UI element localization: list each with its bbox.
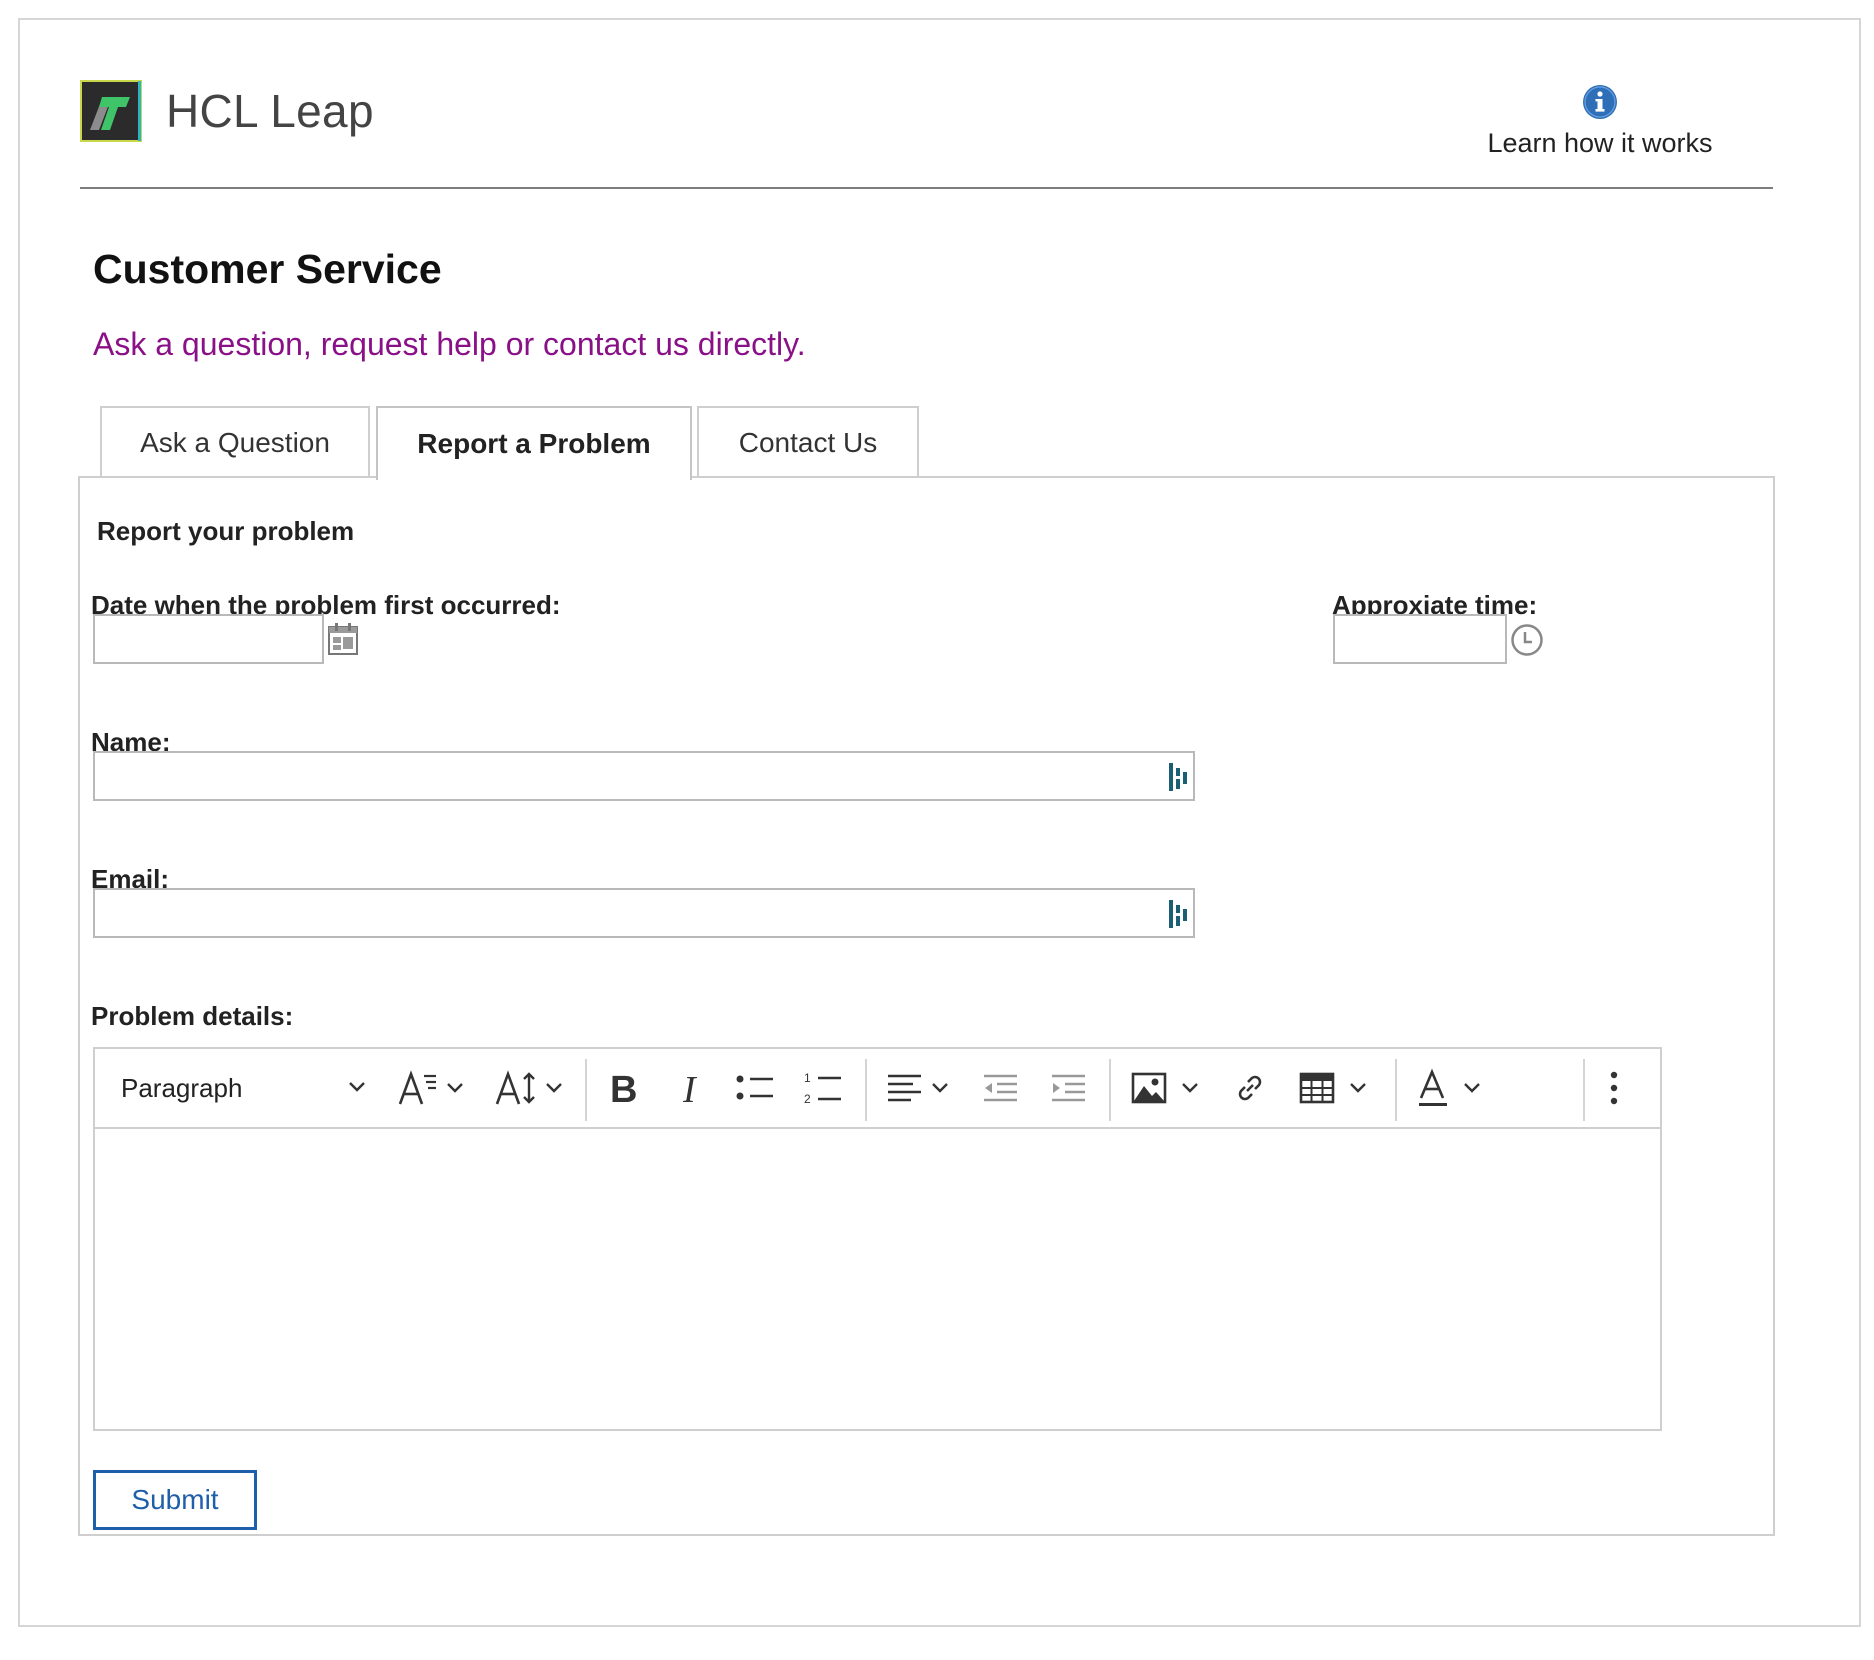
page-title: Customer Service <box>93 246 442 292</box>
tab-report-a-problem[interactable]: Report a Problem <box>376 406 692 480</box>
toolbar-separator <box>585 1059 587 1121</box>
italic-icon: I <box>682 1070 698 1106</box>
font-color-dropdown[interactable] <box>1417 1067 1493 1109</box>
table-icon <box>1299 1072 1335 1104</box>
svg-text:B: B <box>610 1070 637 1106</box>
clock-icon[interactable] <box>1510 623 1544 657</box>
calendar-icon[interactable] <box>327 622 359 656</box>
tab-label: Ask a Question <box>140 427 330 458</box>
section-title: Report your problem <box>97 516 355 546</box>
editor-toolbar: Paragraph B I 1 2 <box>95 1049 1660 1129</box>
image-icon <box>1131 1072 1167 1104</box>
problem-details-editor-body[interactable] <box>95 1129 1660 1429</box>
insert-image-dropdown[interactable] <box>1131 1067 1211 1109</box>
name-input[interactable] <box>93 751 1195 801</box>
indent-button[interactable] <box>1051 1067 1091 1109</box>
font-size-dropdown[interactable] <box>495 1067 567 1109</box>
more-options-button[interactable] <box>1609 1067 1639 1109</box>
password-manager-icon[interactable] <box>1165 899 1191 929</box>
toolbar-separator <box>1583 1059 1585 1121</box>
insert-table-dropdown[interactable] <box>1299 1067 1379 1109</box>
learn-how-it-works-link[interactable]: Learn how it works <box>1450 84 1750 159</box>
learn-link-label: Learn how it works <box>1487 128 1713 158</box>
numbered-list-button[interactable]: 1 2 <box>803 1067 847 1109</box>
info-icon <box>1583 85 1617 119</box>
align-left-icon <box>888 1074 921 1102</box>
link-button[interactable] <box>1233 1067 1273 1109</box>
font-color-icon <box>1419 1068 1447 1106</box>
toolbar-separator <box>865 1059 867 1121</box>
tab-contact-us[interactable]: Contact Us <box>697 406 919 478</box>
tab-ask-a-question[interactable]: Ask a Question <box>100 406 370 478</box>
italic-button[interactable]: I <box>677 1067 713 1109</box>
chevron-down-icon <box>1350 1083 1366 1093</box>
svg-text:2: 2 <box>804 1092 811 1106</box>
font-family-icon <box>398 1070 436 1105</box>
chevron-down-icon <box>546 1083 562 1093</box>
chevron-down-icon <box>1182 1083 1198 1093</box>
outdent-icon <box>984 1074 1017 1102</box>
chevron-down-icon <box>932 1083 948 1093</box>
tab-label: Report a Problem <box>417 428 651 459</box>
bulleted-list-button[interactable] <box>735 1067 779 1109</box>
paragraph-style-value: Paragraph <box>121 1072 243 1103</box>
chevron-down-icon <box>349 1082 365 1092</box>
email-input[interactable] <box>93 888 1195 938</box>
toolbar-separator <box>1109 1059 1111 1121</box>
time-input[interactable] <box>1333 614 1507 664</box>
bold-icon: B <box>610 1070 637 1106</box>
bold-button[interactable]: B <box>607 1067 647 1109</box>
font-size-icon <box>495 1070 535 1105</box>
paragraph-style-dropdown[interactable]: Paragraph <box>121 1067 366 1109</box>
numbered-list-icon: 1 2 <box>804 1071 841 1106</box>
font-family-dropdown[interactable] <box>398 1067 470 1109</box>
svg-text:1: 1 <box>804 1071 811 1085</box>
page-frame: HCL Leap Learn how it works Customer Ser… <box>18 18 1861 1627</box>
password-manager-icon[interactable] <box>1165 762 1191 792</box>
bulleted-list-icon <box>736 1075 773 1100</box>
app-name: HCL Leap <box>166 85 374 137</box>
hcl-leap-logo-icon <box>80 80 142 142</box>
app-logo[interactable]: HCL Leap <box>80 80 374 142</box>
problem-details-label: Problem details: <box>91 1001 294 1031</box>
rich-text-editor: Paragraph B I 1 2 <box>93 1047 1662 1431</box>
date-input[interactable] <box>93 614 324 664</box>
tab-label: Contact Us <box>738 427 878 458</box>
svg-text:I: I <box>682 1070 698 1106</box>
chevron-down-icon <box>1464 1083 1480 1093</box>
toolbar-separator <box>1395 1059 1397 1121</box>
header-divider <box>80 187 1773 189</box>
alignment-dropdown[interactable] <box>887 1067 959 1109</box>
outdent-button[interactable] <box>983 1067 1023 1109</box>
link-icon <box>1238 1075 1262 1101</box>
page-subtitle: Ask a question, request help or contact … <box>93 326 806 362</box>
submit-button[interactable]: Submit <box>93 1470 257 1530</box>
chevron-down-icon <box>447 1083 463 1093</box>
more-options-icon <box>1610 1071 1618 1105</box>
indent-icon <box>1052 1074 1085 1102</box>
